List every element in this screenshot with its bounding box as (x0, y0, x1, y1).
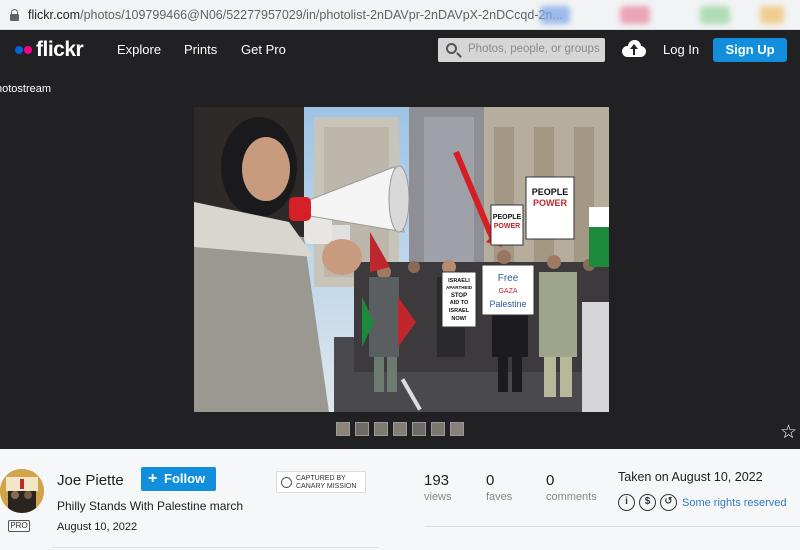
extension-icons-blurred (700, 6, 730, 24)
svg-text:PEOPLE: PEOPLE (493, 214, 522, 221)
avatar-image (0, 469, 44, 513)
nav-prints[interactable]: Prints (184, 42, 217, 57)
sign-stop-aid: ISRAELI APARTHEID STOP AID TO ISRAEL NOW… (441, 271, 477, 328)
logo-pink-dot-icon (24, 46, 32, 54)
svg-text:Free: Free (498, 273, 519, 284)
svg-text:NOW!: NOW! (451, 316, 466, 322)
flickr-logo[interactable]: flickr (15, 38, 84, 61)
stat-comments: 0 comments (546, 472, 597, 503)
follow-button[interactable]: + Follow (141, 467, 216, 491)
svg-text:AID TO: AID TO (450, 300, 469, 306)
avatar[interactable] (0, 469, 44, 513)
divider (425, 526, 800, 527)
sign-free-gaza: Free GAZA Palestine (481, 264, 535, 316)
clock-icon (281, 477, 292, 488)
rights-link[interactable]: Some rights reserved (682, 497, 787, 509)
thumbnail[interactable] (355, 422, 369, 436)
svg-text:POWER: POWER (494, 223, 520, 230)
search-placeholder: Photos, people, or groups (468, 43, 600, 55)
cc-sharealike-icon[interactable]: ↺ (660, 494, 677, 511)
thumbnail[interactable] (431, 422, 445, 436)
author-name[interactable]: Joe Piette (57, 472, 124, 489)
thumbnail-strip (336, 422, 464, 436)
svg-text:ISRAEL: ISRAEL (449, 308, 470, 314)
svg-text:ISRAELI: ISRAELI (448, 278, 470, 284)
extension-icons-blurred (620, 6, 650, 24)
favorite-star-icon[interactable]: ☆ (780, 423, 797, 442)
taken-on-date[interactable]: Taken on August 10, 2022 (618, 470, 763, 484)
thumbnail[interactable] (393, 422, 407, 436)
lock-icon (10, 9, 19, 21)
stat-views: 193 views (424, 472, 452, 503)
logo-blue-dot-icon (15, 46, 23, 54)
canary-badge-text: CAPTURED BY CANARY MISSION (296, 475, 357, 490)
url-text[interactable]: flickr.com/photos/109799466@N06/52277957… (28, 8, 563, 22)
svg-text:PEOPLE: PEOPLE (532, 187, 569, 197)
site-header: flickr Explore Prints Get Pro Photos, pe… (0, 30, 800, 69)
canary-mission-badge[interactable]: CAPTURED BY CANARY MISSION (276, 471, 366, 493)
cc-noncommercial-icon[interactable]: $ (639, 494, 656, 511)
svg-text:APARTHEID: APARTHEID (446, 285, 473, 290)
photo-date: August 10, 2022 (57, 521, 138, 533)
thumbnail[interactable] (374, 422, 388, 436)
signup-button[interactable]: Sign Up (713, 38, 787, 62)
sign-people-power-1: PEOPLE POWER (525, 176, 575, 240)
upload-cloud-icon[interactable] (622, 39, 646, 57)
protest-photo-illustration: PEOPLE POWER PEOPLE POWER ISRAELI APARTH… (194, 107, 609, 412)
breadcrumb-photostream[interactable]: hotostream (0, 83, 51, 95)
thumbnail[interactable] (336, 422, 350, 436)
thumbnail[interactable] (450, 422, 464, 436)
photo-title: Philly Stands With Palestine march (57, 499, 244, 513)
plus-icon: + (148, 470, 158, 487)
svg-text:GAZA: GAZA (498, 288, 517, 295)
extension-icons-blurred (540, 6, 570, 24)
stat-faves: 0 faves (486, 472, 513, 503)
svg-text:Palestine: Palestine (489, 299, 526, 309)
thumbnail[interactable] (412, 422, 426, 436)
photo-info-panel: PRO Joe Piette + Follow Philly Stands Wi… (0, 449, 800, 550)
search-icon (446, 43, 457, 54)
sign-people-power-2: PEOPLE POWER (490, 204, 524, 246)
pro-badge: PRO (8, 520, 30, 532)
cc-attribution-icon[interactable]: i (618, 494, 635, 511)
svg-text:STOP: STOP (451, 293, 467, 299)
search-input[interactable]: Photos, people, or groups (438, 38, 605, 62)
extension-icons-blurred (760, 6, 784, 24)
svg-text:POWER: POWER (533, 198, 568, 208)
browser-address-bar[interactable]: flickr.com/photos/109799466@N06/52277957… (0, 0, 800, 30)
nav-explore[interactable]: Explore (117, 42, 161, 57)
login-link[interactable]: Log In (663, 42, 699, 57)
nav-get-pro[interactable]: Get Pro (241, 42, 286, 57)
photo-stage: hotostream PEOPLE POWER PEOPLE POWER ISR… (0, 69, 800, 449)
divider (52, 547, 378, 548)
main-photo[interactable]: PEOPLE POWER PEOPLE POWER ISRAELI APARTH… (194, 107, 609, 412)
